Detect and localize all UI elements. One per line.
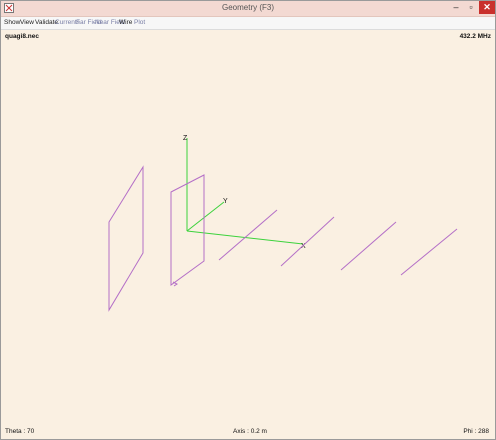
title-bar[interactable]: Geometry (F3) – ▫ ✕ [1, 1, 495, 17]
menu-plot[interactable]: Plot [134, 18, 145, 28]
window-title: Geometry (F3) [221, 3, 274, 12]
menu-bar: Show View Validate Currents Far Field Ne… [1, 17, 495, 30]
geometry-window: Geometry (F3) – ▫ ✕ Show View Validate C… [0, 0, 496, 440]
menu-view[interactable]: View [20, 18, 34, 28]
geometry-canvas[interactable]: quagi8.nec 432.2 MHz Theta : 70 Axis : 0… [1, 30, 495, 439]
z-axis-label: Z [183, 135, 188, 142]
reflector-loop [108, 165, 144, 312]
menu-wire[interactable]: Wire [119, 18, 132, 28]
director-wire-1 [218, 209, 278, 261]
director-wire-3 [340, 221, 397, 271]
minimize-button[interactable]: – [449, 1, 463, 14]
director-wire-2 [280, 216, 335, 267]
director-wire-4 [400, 228, 458, 276]
y-axis [186, 201, 225, 232]
maximize-button[interactable]: ▫ [464, 1, 478, 14]
y-axis-label: Y [223, 198, 228, 205]
antenna-geometry-plot: Z Y X [108, 135, 458, 312]
close-button[interactable]: ✕ [479, 1, 495, 14]
feed-point [172, 281, 178, 287]
menu-show[interactable]: Show [4, 18, 20, 28]
